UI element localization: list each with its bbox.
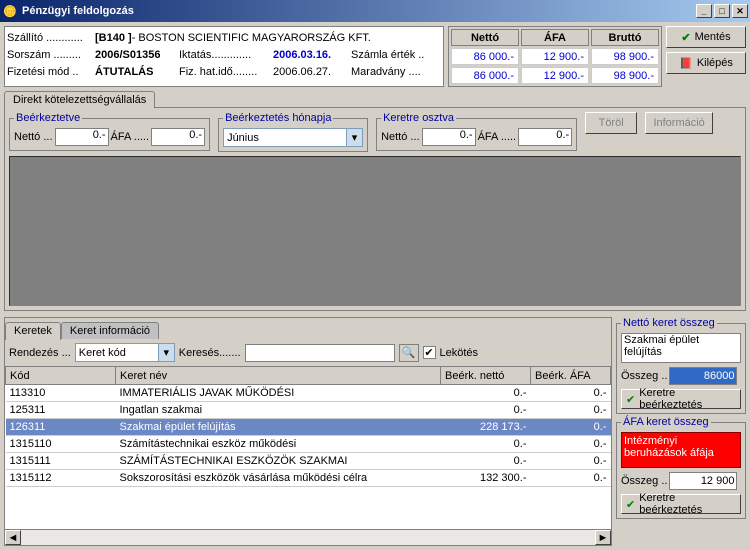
sort-label: Rendezés ... [9, 347, 71, 359]
month-combo[interactable]: Június ▾ [223, 128, 363, 147]
afa-keret-button[interactable]: ✔ Keretre beérkeztetés [621, 494, 741, 514]
col-afa[interactable]: Beérk. ÁFA [531, 367, 611, 385]
check-icon: ✔ [626, 498, 635, 511]
sum-r2-brutto: 98 900.- [591, 67, 659, 84]
table-row[interactable]: 125311Ingatlan szakmai0.-0.- [6, 402, 611, 419]
netto-keret-name: Szakmai épület felújítás [621, 333, 741, 363]
sort-combo[interactable]: Keret kód ▾ [75, 343, 175, 362]
fieldset-keret-split: Keretre osztva Nettó ... 0.- ÁFA ..... 0… [376, 112, 577, 151]
tab-direct-commitment[interactable]: Direkt kötelezettségvállalás [4, 91, 155, 108]
sum-r2-afa: 12 900.- [521, 67, 589, 84]
chevron-down-icon[interactable]: ▾ [346, 129, 362, 146]
table-row[interactable]: 1315111SZÁMÍTÁSTECHNIKAI ESZKÖZÖK SZAKMA… [6, 453, 611, 470]
lekotes-label: Lekötés [440, 347, 479, 359]
fieldset-received: Beérkeztetve Nettó ... 0.- ÁFA ..... 0.- [9, 112, 210, 151]
scroll-track[interactable] [21, 530, 595, 545]
app-icon: 🪙 [2, 3, 18, 19]
sum-header-netto: Nettó [451, 29, 519, 46]
tab-keret-info[interactable]: Keret információ [61, 322, 159, 339]
check-icon: ✔ [681, 31, 690, 44]
sum-header-brutto: Bruttó [591, 29, 659, 46]
sum-r2-netto: 86 000.- [451, 67, 519, 84]
horizontal-scrollbar[interactable]: ◄ ► [5, 529, 611, 545]
invoice-value-label: Számla érték .. [351, 49, 424, 61]
sum-r1-afa: 12 900.- [521, 48, 589, 65]
received-legend: Beérkeztetve [14, 112, 82, 124]
maximize-button[interactable]: □ [714, 4, 730, 18]
fieldset-afa-keret: ÁFA keret összeg Intézményi beruházások … [616, 416, 746, 519]
received-afa-value: 0.- [151, 128, 205, 146]
exit-button[interactable]: 📕 Kilépés [666, 52, 746, 74]
payment-label: Fizetési mód .. [7, 66, 95, 78]
iktatas-label: Iktatás............. [179, 49, 273, 61]
search-button[interactable]: 🔍 [399, 344, 419, 362]
serial-value: 2006/S01356 [95, 49, 179, 61]
received-netto-value: 0.- [55, 128, 109, 146]
info-button[interactable]: Információ [645, 112, 713, 134]
save-button[interactable]: ✔ Mentés [666, 26, 746, 48]
search-input[interactable] [245, 344, 395, 362]
split-afa-value: 0.- [518, 128, 572, 146]
supplier-label: Szállító ............ [7, 32, 95, 44]
table-row[interactable]: 1315110Számítástechnikai eszköz működési… [6, 436, 611, 453]
keret-grid[interactable]: Kód Keret név Beérk. nettó Beérk. ÁFA 11… [5, 366, 611, 529]
sum-header-afa: ÁFA [521, 29, 589, 46]
fieldset-month: Beérkeztetés hónapja Június ▾ [218, 112, 368, 152]
fizhat-label: Fiz. hat.idő........ [179, 66, 273, 78]
col-nev[interactable]: Keret név [116, 367, 441, 385]
split-netto-label: Nettó ... [381, 131, 420, 143]
table-row[interactable]: 126311Szakmai épület felújítás228 173.-0… [6, 419, 611, 436]
keret-split-legend: Keretre osztva [381, 112, 456, 124]
close-button[interactable]: ✕ [732, 4, 748, 18]
scroll-left-button[interactable]: ◄ [5, 530, 21, 545]
payment-value: ÁTUTALÁS [95, 66, 179, 78]
window-title: Pénzügyi feldolgozás [22, 5, 696, 17]
iktatas-value[interactable]: 2006.03.16. [273, 49, 351, 61]
supplier-code: [B140 ] [95, 32, 132, 44]
received-afa-label: ÁFA ..... [111, 131, 150, 143]
exit-icon: 📕 [679, 57, 693, 70]
col-netto[interactable]: Beérk. nettó [441, 367, 531, 385]
remainder-label: Maradvány .... [351, 66, 421, 78]
delete-button[interactable]: Töröl [585, 112, 637, 134]
minimize-button[interactable]: _ [696, 4, 712, 18]
netto-osszeg-label: Összeg .. [621, 370, 667, 382]
summary-table: Nettó ÁFA Bruttó 86 000.- 12 900.- 98 90… [448, 26, 662, 87]
netto-keret-legend: Nettó keret összeg [621, 317, 717, 329]
month-legend: Beérkeztetés hónapja [223, 112, 333, 124]
check-icon: ✔ [626, 393, 635, 406]
table-row[interactable]: 1315112Sokszorosítási eszközök vásárlása… [6, 470, 611, 487]
search-label: Keresés....... [179, 347, 241, 359]
scroll-right-button[interactable]: ► [595, 530, 611, 545]
serial-label: Sorszám ......... [7, 49, 95, 61]
sum-r1-brutto: 98 900.- [591, 48, 659, 65]
afa-keret-name: Intézményi beruházások áfája [621, 432, 741, 468]
sum-r1-netto: 86 000.- [451, 48, 519, 65]
gray-panel [9, 156, 741, 306]
netto-keret-button[interactable]: ✔ Keretre beérkeztetés [621, 389, 741, 409]
supplier-name: - BOSTON SCIENTIFIC MAGYARORSZÁG KFT. [132, 32, 371, 44]
tab-keretek[interactable]: Keretek [5, 322, 61, 340]
table-row[interactable]: 113310IMMATERIÁLIS JAVAK MŰKÖDÉSI0.-0.- [6, 385, 611, 402]
col-kod[interactable]: Kód [6, 367, 116, 385]
netto-osszeg-input[interactable] [669, 367, 737, 385]
fizhat-value: 2006.06.27. [273, 66, 351, 78]
chevron-down-icon[interactable]: ▾ [158, 344, 174, 361]
afa-osszeg-input[interactable] [669, 472, 737, 490]
fieldset-netto-keret: Nettó keret összeg Szakmai épület felújí… [616, 317, 746, 414]
afa-osszeg-label: Összeg .. [621, 475, 667, 487]
month-value: Június [224, 132, 346, 144]
received-netto-label: Nettó ... [14, 131, 53, 143]
afa-keret-legend: ÁFA keret összeg [621, 416, 711, 428]
split-afa-label: ÁFA ..... [478, 131, 517, 143]
search-icon: 🔍 [402, 346, 416, 359]
lekotes-checkbox[interactable]: ✔ [423, 346, 436, 359]
split-netto-value: 0.- [422, 128, 476, 146]
